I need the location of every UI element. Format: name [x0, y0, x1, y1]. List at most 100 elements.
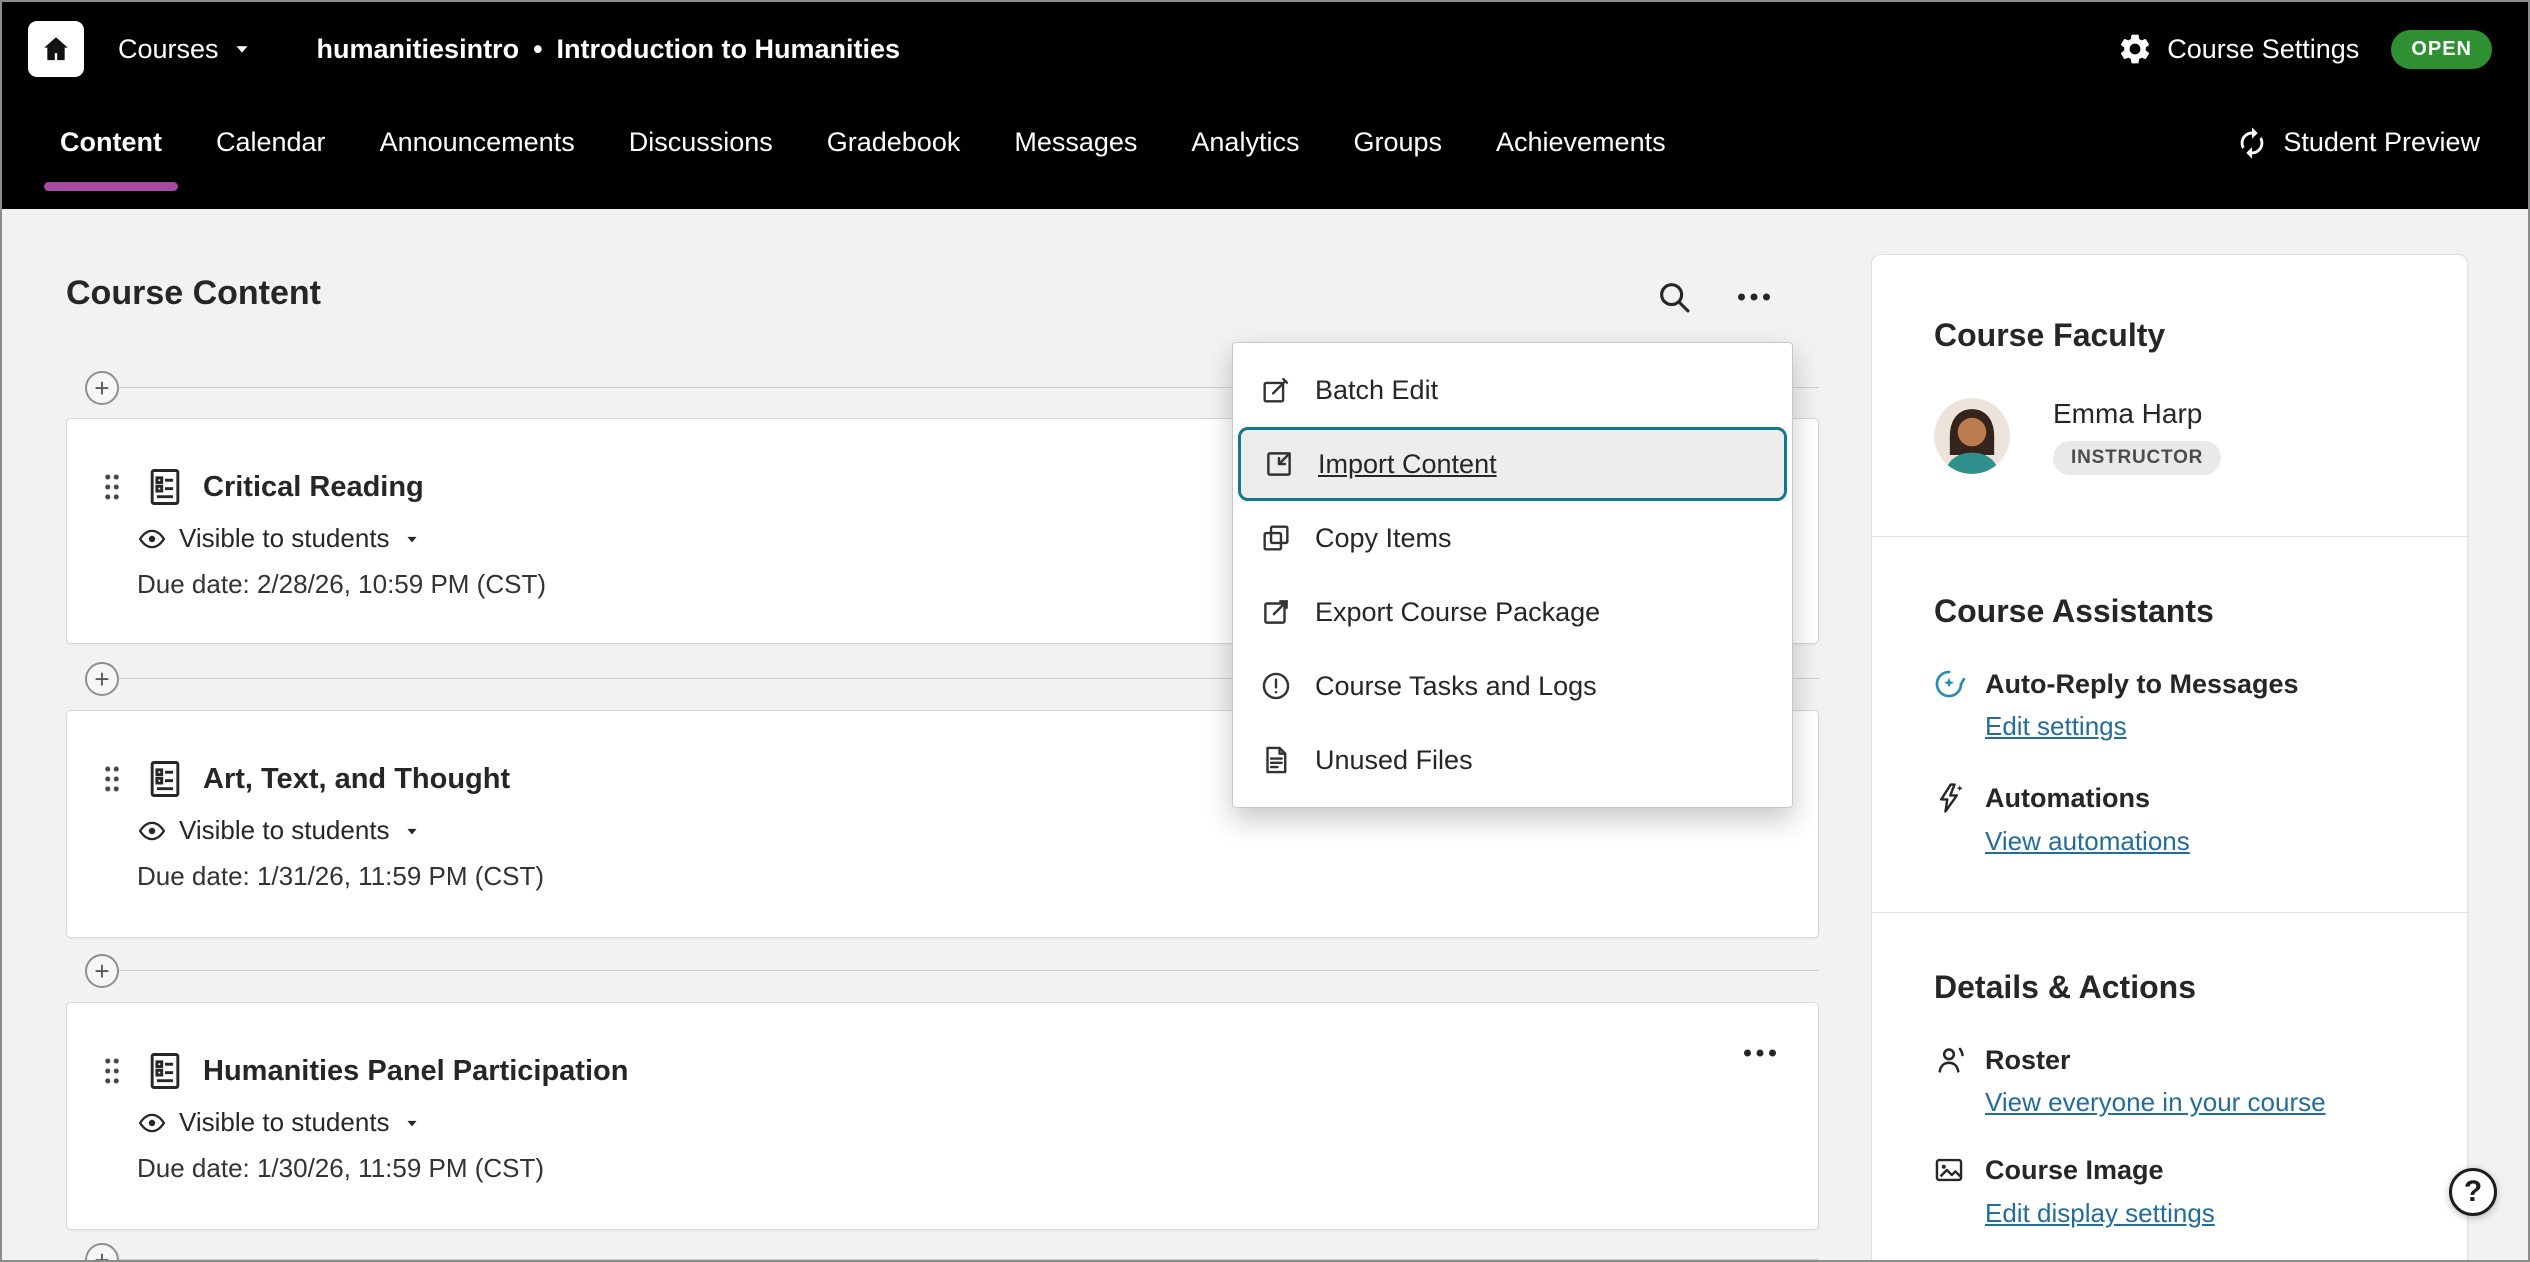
visibility-dropdown[interactable]: Visible to students	[137, 815, 422, 846]
breadcrumb-course-id: humanitiesintro	[317, 34, 520, 65]
eye-icon	[137, 524, 167, 554]
eye-icon	[137, 816, 167, 846]
courses-dropdown[interactable]: Courses	[118, 34, 253, 65]
visibility-dropdown[interactable]: Visible to students	[137, 1107, 422, 1138]
roster-icon	[1932, 1043, 1966, 1077]
assignment-icon	[143, 1049, 187, 1093]
menu-item-label: Import Content	[1318, 449, 1497, 480]
tab-achievements[interactable]: Achievements	[1496, 96, 1666, 189]
content-item-header: Humanities Panel Participation	[95, 1047, 628, 1095]
sidebar-divider	[1872, 912, 2467, 913]
drag-handle[interactable]	[95, 463, 131, 511]
menu-item-import-content[interactable]: Import Content	[1238, 427, 1787, 501]
search-button[interactable]	[1652, 275, 1696, 319]
visibility-label: Visible to students	[179, 1107, 390, 1138]
course-page: Courses humanitiesintro • Introduction t…	[0, 0, 2530, 1262]
ellipsis-icon	[1740, 1033, 1780, 1073]
edit-settings-link[interactable]: Edit settings	[1985, 709, 2127, 743]
visibility-dropdown[interactable]: Visible to students	[137, 523, 422, 554]
batch-edit-icon	[1259, 373, 1293, 407]
content-item-title[interactable]: Art, Text, and Thought	[203, 763, 510, 796]
menu-item-copy-items[interactable]: Copy Items	[1233, 501, 1792, 575]
menu-item-unused-files[interactable]: Unused Files	[1233, 723, 1792, 797]
instructor-role-badge: INSTRUCTOR	[2053, 441, 2221, 475]
due-date-label: Due date: 2/28/26, 10:59 PM (CST)	[137, 569, 546, 600]
visibility-label: Visible to students	[179, 523, 390, 554]
drag-handle[interactable]	[95, 1047, 131, 1095]
breadcrumb-separator: •	[533, 34, 542, 65]
visibility-label: Visible to students	[179, 815, 390, 846]
content-item-card: Humanities Panel Participation Visible t…	[66, 1002, 1819, 1230]
add-content-button[interactable]: +	[85, 954, 119, 988]
breadcrumb-course-name: Introduction to Humanities	[557, 34, 901, 65]
course-faculty-heading: Course Faculty	[1934, 317, 2165, 354]
menu-item-batch-edit[interactable]: Batch Edit	[1233, 353, 1792, 427]
top-bar: Courses humanitiesintro • Introduction t…	[2, 2, 2528, 96]
student-preview-button[interactable]: Student Preview	[2235, 126, 2480, 160]
menu-item-export-course-package[interactable]: Export Course Package	[1233, 575, 1792, 649]
eye-icon	[137, 1108, 167, 1138]
course-status-open-badge[interactable]: OPEN	[2391, 30, 2492, 69]
courses-label: Courses	[118, 34, 219, 65]
course-nav: Content Calendar Announcements Discussio…	[2, 96, 2528, 209]
content-item-title[interactable]: Humanities Panel Participation	[203, 1055, 628, 1088]
student-preview-icon	[2235, 126, 2269, 160]
chevron-down-icon	[402, 821, 422, 841]
content-overflow-menu-button[interactable]	[1732, 275, 1776, 319]
insert-content-row: +	[66, 1243, 1819, 1262]
add-content-button[interactable]: +	[85, 371, 119, 405]
menu-item-course-tasks-and-logs[interactable]: Course Tasks and Logs	[1233, 649, 1792, 723]
insert-divider-line	[86, 970, 1819, 971]
course-settings-label: Course Settings	[2167, 34, 2359, 65]
sidebar-divider	[1872, 536, 2467, 537]
tab-messages[interactable]: Messages	[1014, 96, 1137, 189]
course-settings-button[interactable]: Course Settings	[2117, 31, 2359, 67]
page-title: Course Content	[66, 274, 321, 313]
unused-files-icon	[1259, 743, 1293, 777]
content-item-header: Critical Reading	[95, 463, 424, 511]
tab-calendar[interactable]: Calendar	[216, 96, 326, 189]
view-automations-link[interactable]: View automations	[1985, 824, 2190, 858]
insert-divider-line	[86, 1259, 1819, 1260]
automations-label: Automations	[1985, 781, 2150, 815]
view-everyone-link[interactable]: View everyone in your course	[1985, 1085, 2326, 1119]
item-overflow-menu-button[interactable]	[1738, 1031, 1782, 1075]
drag-handle[interactable]	[95, 755, 131, 803]
menu-item-label: Export Course Package	[1315, 597, 1600, 628]
course-image-label: Course Image	[1985, 1153, 2164, 1187]
chevron-down-icon	[402, 529, 422, 549]
home-button[interactable]	[28, 21, 84, 77]
course-sidebar: Course Faculty Emma Harp INSTRUCTOR Cour…	[1871, 254, 2468, 1262]
tab-groups[interactable]: Groups	[1353, 96, 1442, 189]
due-date-label: Due date: 1/31/26, 11:59 PM (CST)	[137, 861, 544, 892]
help-button[interactable]: ?	[2449, 1168, 2497, 1216]
menu-item-label: Copy Items	[1315, 523, 1452, 554]
breadcrumb: humanitiesintro • Introduction to Humani…	[317, 34, 900, 65]
question-mark-icon: ?	[2464, 1175, 2482, 1209]
search-icon	[1655, 278, 1693, 316]
tab-announcements[interactable]: Announcements	[380, 96, 575, 189]
automations-icon	[1932, 781, 1966, 815]
tab-analytics[interactable]: Analytics	[1191, 96, 1299, 189]
chevron-down-icon	[231, 38, 253, 60]
tab-gradebook[interactable]: Gradebook	[827, 96, 961, 189]
instructor-name: Emma Harp	[2053, 398, 2202, 430]
assignment-icon	[143, 757, 187, 801]
content-overflow-menu: Batch Edit Import Content Copy Items Exp…	[1232, 342, 1793, 808]
auto-reply-icon	[1932, 667, 1966, 701]
student-preview-label: Student Preview	[2283, 127, 2480, 158]
menu-item-label: Batch Edit	[1315, 375, 1438, 406]
instructor-avatar[interactable]	[1934, 398, 2010, 474]
auto-reply-label: Auto-Reply to Messages	[1985, 667, 2299, 701]
insert-content-row: +	[66, 954, 1819, 988]
edit-display-settings-link[interactable]: Edit display settings	[1985, 1196, 2215, 1230]
tab-content[interactable]: Content	[60, 96, 162, 189]
add-content-button[interactable]: +	[85, 1243, 119, 1262]
add-content-button[interactable]: +	[85, 662, 119, 696]
tab-discussions[interactable]: Discussions	[629, 96, 773, 189]
ellipsis-icon	[1734, 277, 1774, 317]
export-package-icon	[1259, 595, 1293, 629]
content-item-title[interactable]: Critical Reading	[203, 471, 424, 504]
details-actions-heading: Details & Actions	[1934, 969, 2196, 1006]
assignment-icon	[143, 465, 187, 509]
